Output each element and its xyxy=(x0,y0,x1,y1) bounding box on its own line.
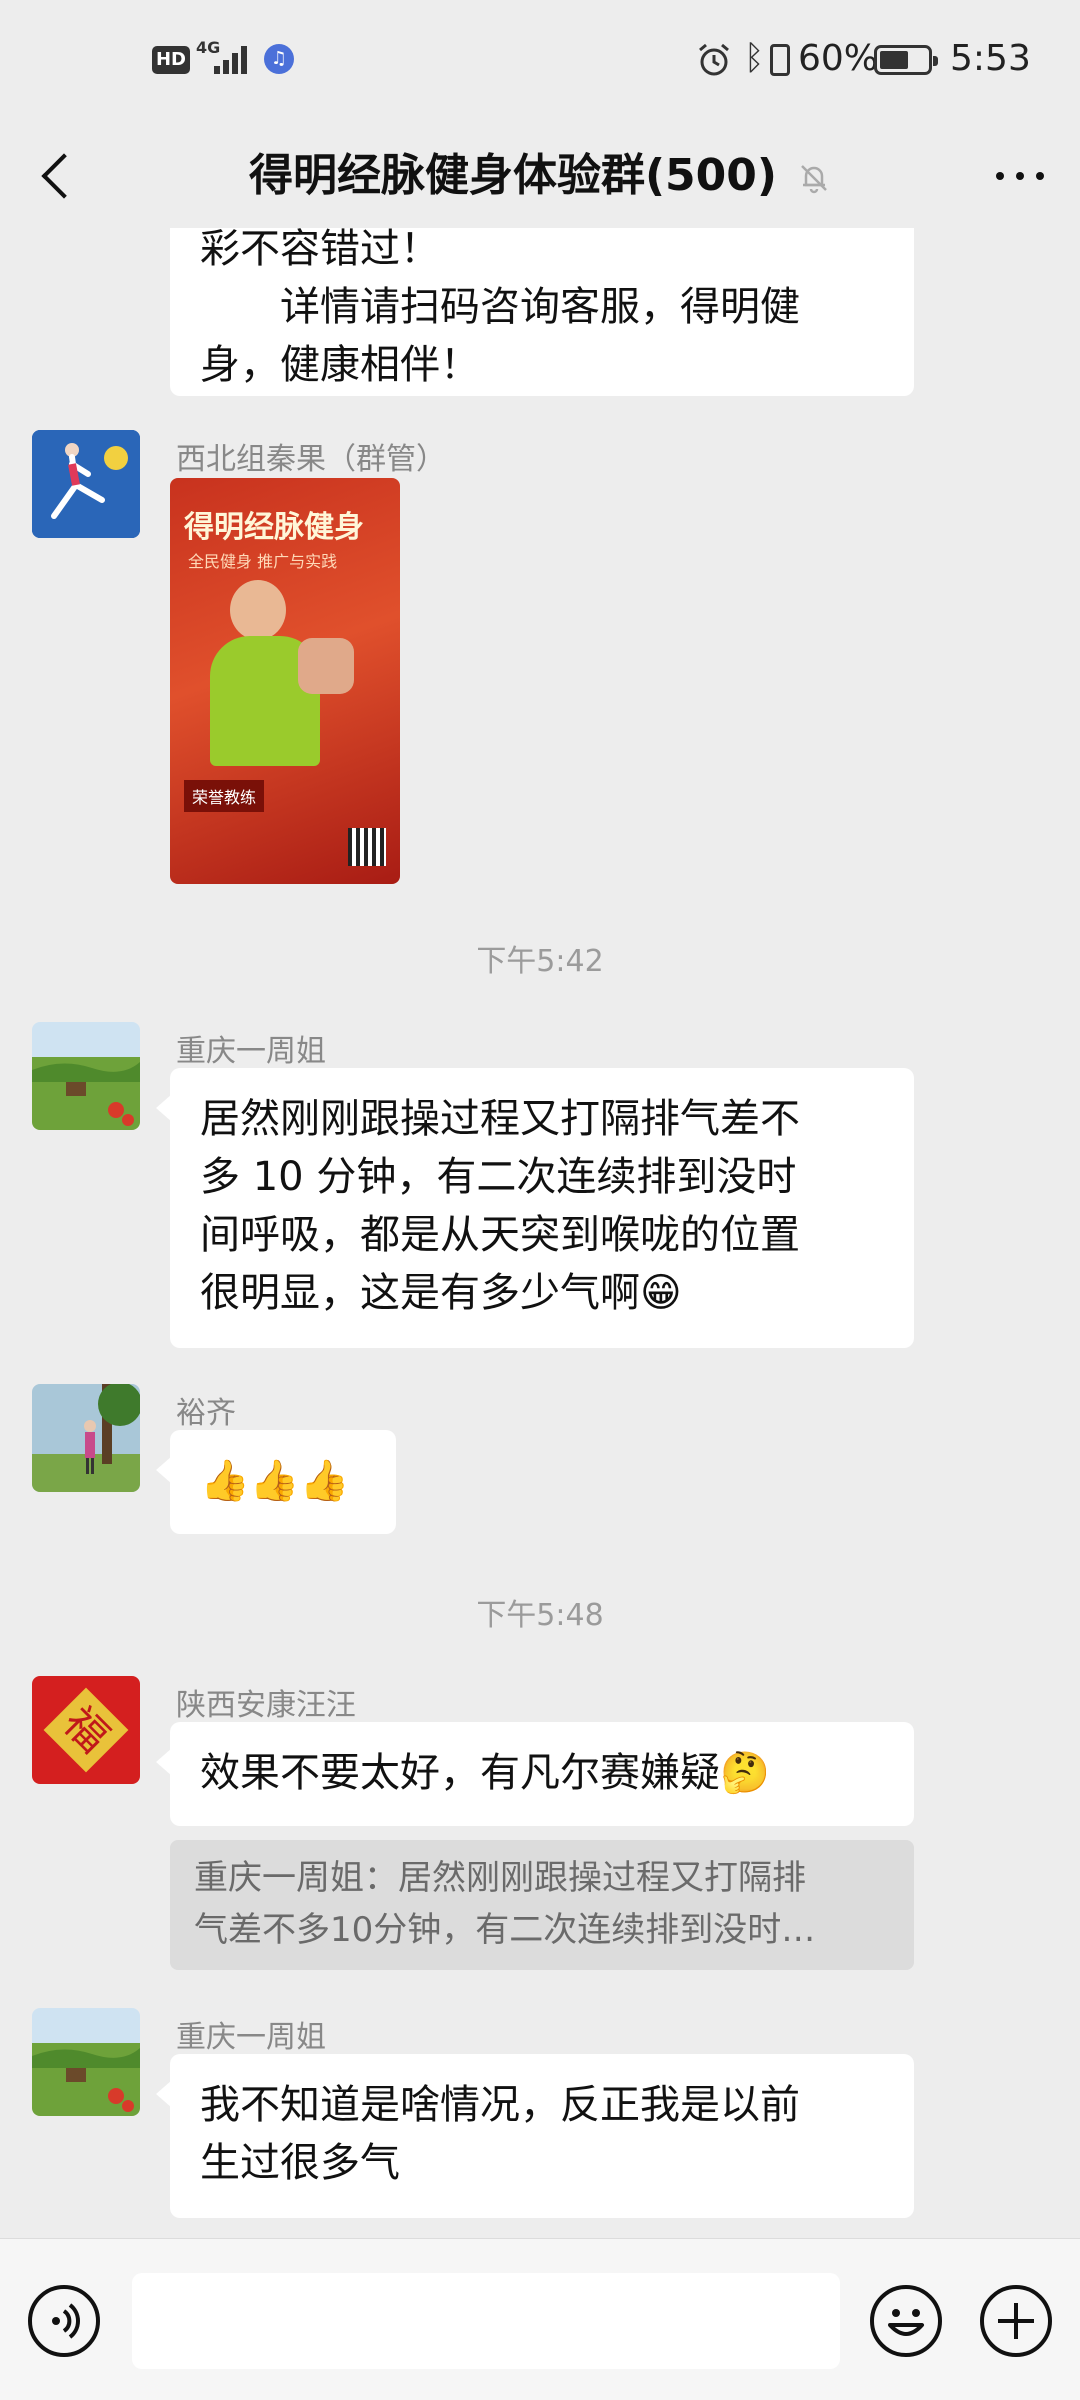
plus-icon[interactable] xyxy=(980,2285,1052,2357)
poster-subtitle: 全民健身 推广与实践 xyxy=(188,552,338,571)
timestamp: 下午5:42 xyxy=(476,944,604,979)
avatar[interactable] xyxy=(32,1022,140,1130)
poster-tag: 荣誉教练 xyxy=(184,780,265,812)
chat-title: 得明经脉健身体验群(500) xyxy=(248,150,778,201)
avatar[interactable] xyxy=(32,1384,140,1492)
person-outdoor-avatar-icon xyxy=(32,1384,140,1492)
avatar[interactable] xyxy=(32,430,140,538)
chat-title-wrap: 得明经脉健身体验群(500) xyxy=(120,136,960,216)
poster-image[interactable]: 得明经脉健身 全民健身 推广与实践 荣誉教练 xyxy=(170,478,400,884)
message-bubble[interactable]: 居然刚刚跟操过程又打隔排气差不 多 10 分钟，有二次连续排到没时 间呼吸，都是… xyxy=(156,1068,914,1348)
landscape-avatar-icon xyxy=(32,2008,140,2116)
message-line: 身，健康相伴！ xyxy=(200,342,480,388)
message-line: 详情请扫码咨询客服，得明健 xyxy=(200,284,800,330)
message-line: 我不知道是啥情况，反正我是以前 xyxy=(200,2082,800,2128)
message-line: 多 10 分钟，有二次连续排到没时 xyxy=(200,1154,797,1200)
message-line: 居然刚刚跟操过程又打隔排气差不 xyxy=(200,1096,800,1142)
quote-line: 气差不多10分钟，有二次连续排到没时… xyxy=(194,1910,816,1950)
quote-line: 重庆一周姐：居然刚刚跟操过程又打隔排 xyxy=(194,1858,806,1898)
message-line: 效果不要太好，有凡尔赛嫌疑🤔 xyxy=(200,1750,770,1796)
message-line: 生过很多气 xyxy=(200,2140,400,2186)
clock: 5:53 xyxy=(950,38,1031,79)
bluetooth-icon: ᛒ xyxy=(744,38,765,78)
message-line: 间呼吸，都是从天突到喉咙的位置 xyxy=(200,1212,800,1258)
battery-icon xyxy=(874,45,938,75)
message-bubble[interactable]: 我不知道是啥情况，反正我是以前 生过很多气 xyxy=(156,2054,914,2218)
message-line: 👍👍👍 xyxy=(200,1458,350,1504)
avatar-fu-char: 福 xyxy=(43,1687,129,1773)
quoted-message[interactable]: 重庆一周姐：居然刚刚跟操过程又打隔排 气差不多10分钟，有二次连续排到没时… xyxy=(170,1840,914,1970)
alarm-icon xyxy=(699,43,729,76)
sender-name: 重庆一周姐 xyxy=(176,1034,326,1069)
landscape-avatar-icon xyxy=(32,1022,140,1130)
voice-icon[interactable] xyxy=(28,2285,100,2357)
message-line: 很明显，这是有多少气啊😁 xyxy=(200,1270,682,1316)
sender-name: 重庆一周姐 xyxy=(176,2020,326,2055)
status-bar: HD 4G ♫ ᛒ 60% 5:53 xyxy=(0,0,1080,120)
music-icon: ♫ xyxy=(264,44,294,74)
poster-title: 得明经脉健身 xyxy=(184,510,364,545)
avatar[interactable]: 福 xyxy=(32,1676,140,1784)
more-dots-icon[interactable] xyxy=(990,156,1050,196)
emoji-icon[interactable] xyxy=(870,2285,942,2357)
battery-percent: 60% xyxy=(798,38,879,79)
chat-area[interactable]: 彩不容错过！ 详情请扫码咨询客服，得明健 身，健康相伴！ 西北组秦果（群管） 得… xyxy=(0,228,1080,2238)
message-bubble[interactable]: 👍👍👍 xyxy=(156,1430,396,1534)
yoga-figure-icon xyxy=(32,430,140,538)
chat-header: 得明经脉健身体验群(500) xyxy=(0,120,1080,230)
avatar[interactable] xyxy=(32,2008,140,2116)
poster-person xyxy=(230,580,286,640)
vibrate-icon xyxy=(770,44,790,76)
message-input[interactable] xyxy=(132,2273,840,2369)
message-line: 彩不容错过！ xyxy=(200,228,440,272)
battery-level xyxy=(880,51,908,69)
message-bubble[interactable]: 彩不容错过！ 详情请扫码咨询客服，得明健 身，健康相伴！ xyxy=(170,228,914,396)
sender-name: 陕西安康汪汪 xyxy=(176,1688,356,1723)
chevron-left-icon[interactable] xyxy=(34,136,78,216)
input-bar xyxy=(0,2238,1080,2400)
bell-off-icon xyxy=(801,165,827,194)
signal-icon xyxy=(214,44,250,74)
poster-fist xyxy=(298,638,354,694)
qr-code-icon xyxy=(348,828,386,866)
sender-name: 裕齐 xyxy=(176,1396,236,1431)
message-bubble[interactable]: 效果不要太好，有凡尔赛嫌疑🤔 xyxy=(156,1722,914,1826)
sender-name: 西北组秦果（群管） xyxy=(176,442,446,477)
timestamp: 下午5:48 xyxy=(476,1598,604,1633)
hd-badge: HD xyxy=(152,46,190,74)
